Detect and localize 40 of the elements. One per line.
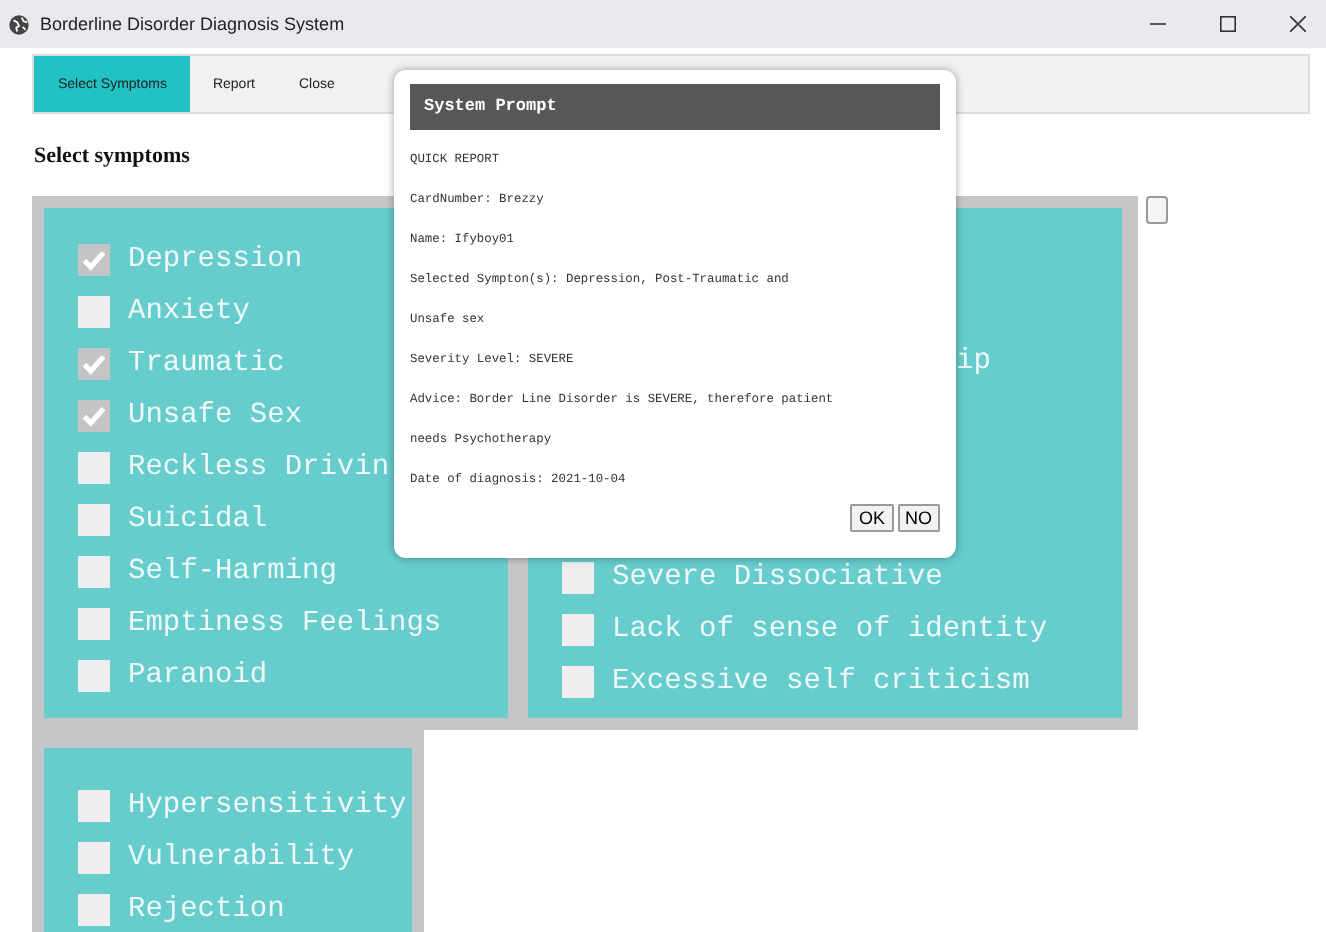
symptom-label: Reckless Drivin: [128, 452, 390, 484]
symptom-label: Anxiety: [128, 296, 250, 328]
scroll-handle[interactable]: [1146, 196, 1168, 224]
checkbox[interactable]: [78, 504, 110, 536]
symptom-label: Depression: [128, 244, 303, 276]
checkbox[interactable]: [78, 452, 110, 484]
symptom-label: Suicidal: [128, 504, 268, 536]
symptom-label: Rejection: [128, 894, 285, 926]
checkbox[interactable]: [78, 348, 110, 380]
symptom-label: Unsafe Sex: [128, 400, 303, 432]
dialog-button[interactable]: NO: [897, 504, 940, 532]
symptom-label: Vulnerability: [128, 842, 355, 874]
section-heading: Select symptoms: [34, 144, 190, 168]
dialog-button[interactable]: OK: [850, 504, 893, 532]
maximize-icon[interactable]: [1220, 16, 1236, 32]
symptom-label: Emptiness Feelings: [128, 608, 442, 640]
checkbox[interactable]: [562, 614, 594, 646]
symptom-label: ip: [956, 346, 991, 378]
symptom-label: Paranoid: [128, 660, 268, 692]
checkbox[interactable]: [562, 666, 594, 698]
checkbox[interactable]: [78, 790, 110, 822]
symptom-label: Severe Dissociative: [612, 562, 943, 594]
checkbox[interactable]: [78, 608, 110, 640]
checkbox[interactable]: [78, 842, 110, 874]
symptom-label: Self-Harming: [128, 556, 337, 588]
close-icon[interactable]: [1290, 16, 1306, 32]
globe-icon: [8, 13, 30, 35]
symptom-label: Hypersensitivity: [128, 790, 407, 822]
dialog-title: System Prompt: [410, 84, 940, 130]
checkbox[interactable]: [78, 400, 110, 432]
symptom-label: Traumatic: [128, 348, 285, 380]
checkbox[interactable]: [562, 562, 594, 594]
symptom-label: Excessive self criticism: [612, 666, 1030, 698]
checkbox[interactable]: [78, 894, 110, 926]
checkbox[interactable]: [78, 296, 110, 328]
window-title: Borderline Disorder Diagnosis System: [40, 14, 345, 34]
checkbox[interactable]: [78, 244, 110, 276]
checkbox[interactable]: [78, 556, 110, 588]
checkbox[interactable]: [78, 660, 110, 692]
symptom-label: Lack of sense of identity: [612, 614, 1048, 646]
